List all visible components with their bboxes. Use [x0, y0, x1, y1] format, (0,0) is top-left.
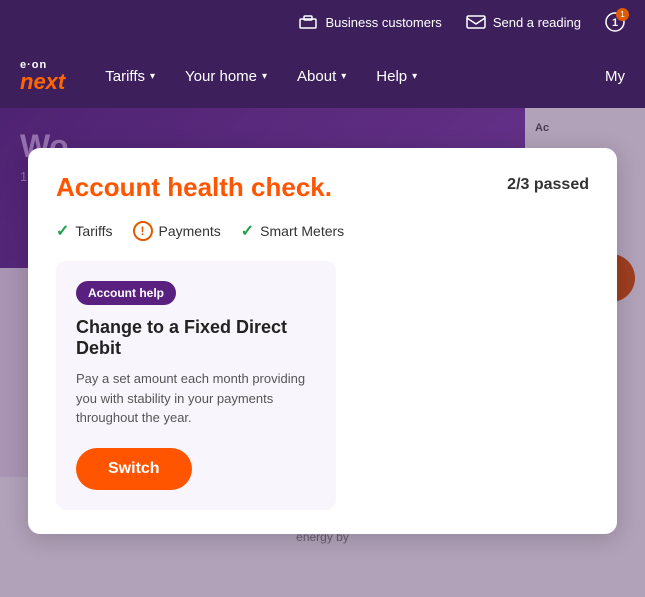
send-reading-icon [466, 12, 486, 32]
nav-item-about[interactable]: About ▾ [297, 68, 346, 85]
nav-item-tariffs[interactable]: Tariffs ▾ [105, 68, 155, 85]
nav-bar: e·on next Tariffs ▾ Your home ▾ About ▾ … [0, 44, 645, 108]
business-icon [298, 12, 318, 32]
account-health-check-modal: Account health check. 2/3 passed ✓ Tarif… [28, 148, 617, 534]
chevron-down-icon-about: ▾ [341, 71, 346, 82]
nav-label-your-home: Your home [185, 68, 257, 85]
notification-link[interactable]: 1 1 [605, 12, 625, 32]
nav-label-my: My [605, 68, 625, 85]
nav-item-help[interactable]: Help ▾ [376, 68, 417, 85]
check-green-icon-smart-meters: ✓ [241, 221, 254, 241]
check-green-icon-tariffs: ✓ [56, 221, 69, 241]
account-help-card: Account help Change to a Fixed Direct De… [56, 261, 336, 510]
card-title: Change to a Fixed Direct Debit [76, 317, 316, 359]
notification-icon-group: 1 1 [605, 12, 625, 32]
check-payments: ! Payments [133, 221, 221, 241]
modal-checks: ✓ Tariffs ! Payments ✓ Smart Meters [56, 221, 589, 241]
business-customers-label: Business customers [325, 15, 441, 30]
check-smart-meters-label: Smart Meters [260, 223, 344, 239]
modal-header: Account health check. 2/3 passed [56, 172, 589, 203]
nav-item-your-home[interactable]: Your home ▾ [185, 68, 267, 85]
modal-title: Account health check. [56, 172, 332, 203]
switch-button[interactable]: Switch [76, 448, 192, 490]
logo-next: next [20, 71, 65, 93]
send-reading-link[interactable]: Send a reading [466, 12, 581, 32]
page-wrapper: Wo 192 G Ac t paym payme ment is s after… [0, 108, 645, 597]
chevron-down-icon-help: ▾ [412, 71, 417, 82]
nav-item-my[interactable]: My [605, 68, 625, 85]
nav-label-tariffs: Tariffs [105, 68, 145, 85]
card-badge: Account help [76, 281, 176, 305]
nav-label-help: Help [376, 68, 407, 85]
check-tariffs-label: Tariffs [75, 223, 112, 239]
card-description: Pay a set amount each month providing yo… [76, 369, 316, 428]
check-tariffs: ✓ Tariffs [56, 221, 113, 241]
check-smart-meters: ✓ Smart Meters [241, 221, 344, 241]
notification-badge: 1 [616, 8, 629, 21]
chevron-down-icon-tariffs: ▾ [150, 71, 155, 82]
modal-passed-label: 2/3 passed [507, 176, 589, 194]
top-bar: Business customers Send a reading 1 1 [0, 0, 645, 44]
business-customers-link[interactable]: Business customers [298, 12, 441, 32]
logo: e·on next [20, 59, 65, 93]
send-reading-label: Send a reading [493, 15, 581, 30]
warning-icon-payments: ! [133, 221, 153, 241]
chevron-down-icon-your-home: ▾ [262, 71, 267, 82]
check-payments-label: Payments [159, 223, 221, 239]
nav-label-about: About [297, 68, 336, 85]
